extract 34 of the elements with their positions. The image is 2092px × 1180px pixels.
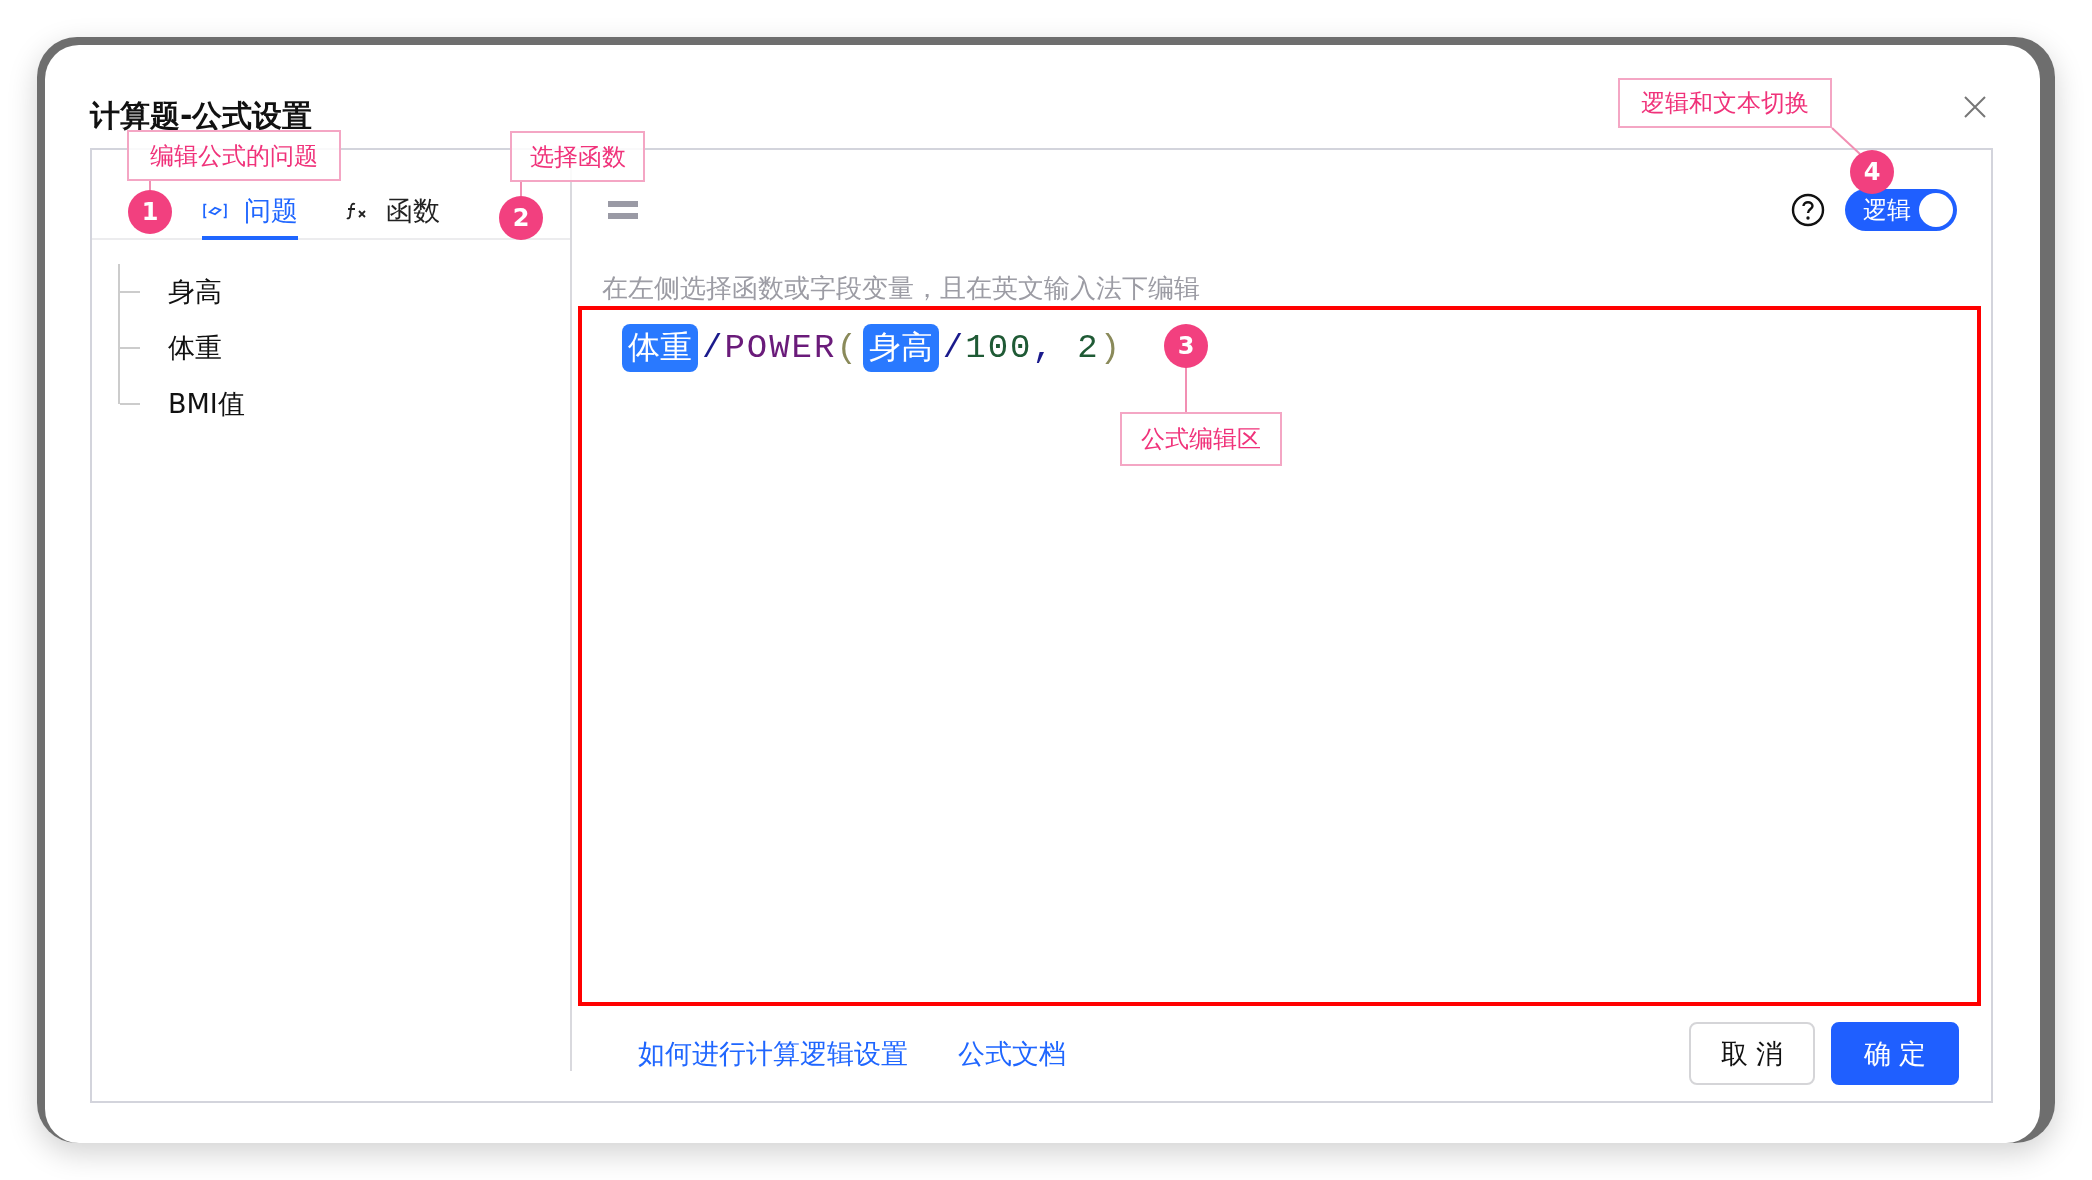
- leader-line: [520, 181, 522, 197]
- callout-label: 公式编辑区: [1120, 412, 1282, 466]
- tree-line: [118, 264, 140, 320]
- formula-token: (: [836, 329, 859, 367]
- formula-token: 2: [1077, 329, 1100, 367]
- formula-token: 100: [965, 329, 1033, 367]
- equals-icon: [608, 199, 638, 221]
- field-token[interactable]: 身高: [862, 324, 939, 372]
- leader-line: [149, 180, 151, 191]
- callout-label: 编辑公式的问题: [127, 130, 341, 181]
- formula-token: ,: [1032, 329, 1056, 367]
- tree-item[interactable]: 身高: [168, 274, 222, 310]
- formula-token: /: [702, 329, 725, 367]
- field-token[interactable]: 体重: [622, 324, 698, 372]
- leader-line: [1185, 366, 1187, 413]
- tab[interactable]: 问题: [202, 186, 298, 240]
- help-link[interactable]: 如何进行计算逻辑设置: [638, 1035, 908, 1072]
- tab[interactable]: 函数: [344, 186, 440, 240]
- cancel-button[interactable]: 取 消: [1689, 1022, 1815, 1085]
- formula-token: POWER: [724, 329, 837, 367]
- callout-label: 选择函数: [510, 131, 645, 182]
- field-icon: [202, 202, 228, 220]
- leader-line: [1831, 127, 1861, 155]
- close-icon[interactable]: [1963, 94, 1987, 119]
- formula-token: ): [1099, 329, 1123, 367]
- mode-switch[interactable]: 逻辑: [1845, 189, 1957, 231]
- tree-item[interactable]: 体重: [168, 330, 222, 366]
- confirm-button[interactable]: 确 定: [1831, 1022, 1959, 1085]
- help-link[interactable]: 公式文档: [958, 1035, 1066, 1072]
- formula-token: /: [942, 329, 966, 367]
- tree-item[interactable]: BMI值: [168, 386, 245, 422]
- callout-label: 逻辑和文本切换: [1618, 78, 1832, 128]
- help-icon[interactable]: [1791, 193, 1825, 227]
- editor-hint: 在左侧选择函数或字段变量，且在英文输入法下编辑: [601, 272, 1201, 305]
